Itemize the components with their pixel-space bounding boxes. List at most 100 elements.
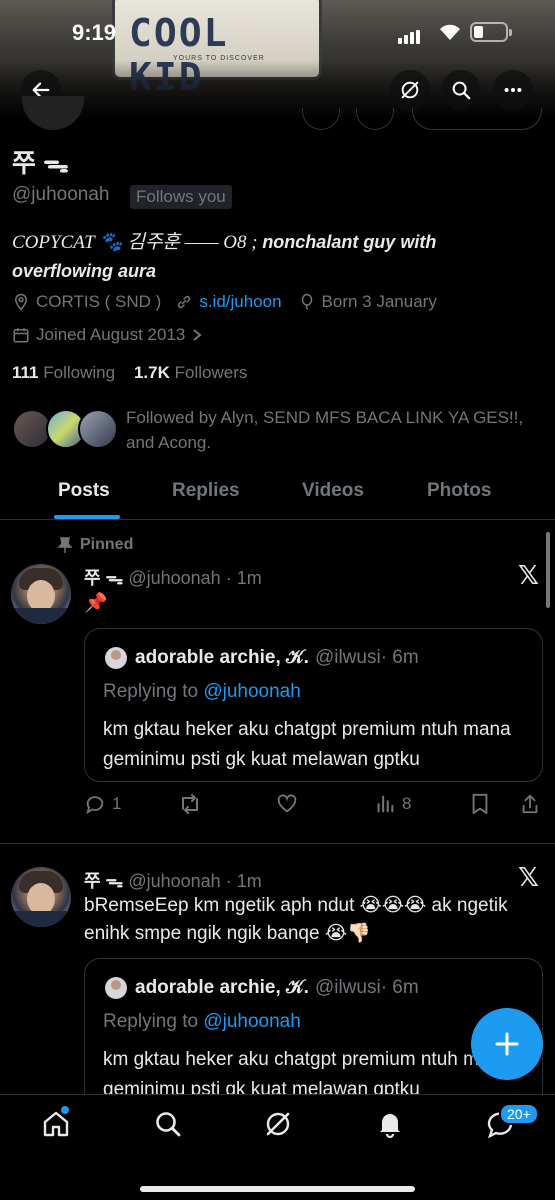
post-divider — [0, 843, 555, 844]
quoted-time: · 6m — [380, 647, 419, 668]
post-author-handle[interactable]: @juhoonah — [128, 871, 220, 891]
search-icon — [452, 81, 471, 100]
reply-count: 1 — [112, 794, 122, 813]
tab-photos[interactable]: Photos — [427, 480, 491, 502]
profile-joined: Joined August 2013 — [36, 325, 186, 344]
bio-text-1: COPYCAT 🐾 김주훈 —— O8 ; — [12, 232, 263, 253]
like-button[interactable] — [276, 793, 304, 815]
bell-icon — [380, 1114, 400, 1139]
joined-row[interactable]: Joined August 2013 — [12, 325, 209, 345]
more-options-button[interactable] — [493, 70, 533, 110]
profile-tabs: Posts Replies Videos Photos — [0, 470, 555, 520]
following-link[interactable]: 111 Following — [12, 363, 115, 382]
action-button[interactable] — [302, 108, 340, 130]
reply-icon — [86, 796, 104, 815]
plus-icon — [495, 1032, 519, 1056]
profile-avatar[interactable] — [22, 96, 84, 130]
replying-handle[interactable]: @juhoonah — [203, 681, 300, 702]
followed-by-text: Followed by Alyn, SEND MFS BACA LINK YA … — [126, 408, 524, 452]
status-time: 9:19 — [72, 20, 117, 45]
repost-button[interactable] — [178, 793, 208, 815]
post-header: 쭈 ᯓ @juhoonah · 1m — [84, 564, 262, 590]
replying-prefix: Replying to — [103, 1011, 199, 1032]
cellular-signal-icon — [398, 26, 422, 44]
followers-count: 1.7K — [133, 363, 170, 382]
grok-button[interactable] — [390, 70, 430, 110]
profile-website-link[interactable]: s.id/juhoon — [199, 292, 281, 312]
quoted-text: km gktau heker aku chatgpt premium ntuh … — [103, 719, 511, 770]
profile-location: CORTIS ( SND ) — [36, 292, 162, 311]
nav-grok[interactable] — [263, 1109, 293, 1139]
profile-meta-row: CORTIS ( SND ) s.id/juhoon Born 3 Januar… — [12, 292, 437, 312]
pinned-indicator: Pinned — [58, 536, 133, 554]
reply-button[interactable]: 1 — [84, 793, 121, 815]
quoted-avatar — [105, 977, 127, 999]
following-count: 111 — [12, 363, 39, 382]
pin-icon — [58, 537, 72, 553]
views-count: 8 — [402, 794, 412, 813]
quoted-post-header: adorable archie, 𝒦. @ilwusi · 6m — [105, 647, 419, 669]
calendar-icon — [12, 326, 30, 344]
heart-icon — [277, 794, 297, 813]
home-notification-dot — [60, 1105, 70, 1115]
post-author-name[interactable]: 쭈 ᯓ — [84, 871, 123, 891]
post-avatar[interactable] — [11, 867, 71, 927]
followed-by-row[interactable]: Followed by Alyn, SEND MFS BACA LINK YA … — [12, 403, 542, 459]
post-text: 📌 — [84, 593, 108, 614]
post-text: bRemseEep km ngetik aph ndut 😭😭😭 ak nget… — [84, 895, 508, 944]
scrollbar[interactable] — [546, 532, 550, 608]
messages-badge: 20+ — [499, 1103, 539, 1125]
nav-search[interactable] — [153, 1109, 183, 1139]
followers-link[interactable]: 1.7K Followers — [134, 363, 247, 382]
profile-handle: @juhoonah — [12, 184, 110, 205]
action-button[interactable] — [356, 108, 394, 130]
post-time[interactable]: · 1m — [226, 871, 262, 891]
post-avatar[interactable] — [11, 564, 71, 624]
share-button[interactable] — [520, 793, 540, 815]
search-button[interactable] — [441, 70, 481, 110]
tab-videos[interactable]: Videos — [302, 480, 364, 502]
status-bar: 9:19 — [0, 0, 555, 64]
profile-birthday: Born 3 January — [321, 292, 437, 311]
profile-bio: COPYCAT 🐾 김주훈 —— O8 ; nonchalant guy wit… — [12, 228, 542, 285]
battery-icon — [470, 22, 512, 42]
quoted-post-header: adorable archie, 𝒦. @ilwusi · 6m — [105, 977, 419, 999]
profile-name: 쭈 ᯓ — [12, 148, 69, 178]
post-author-name[interactable]: 쭈 ᯓ — [84, 568, 123, 588]
bookmark-button[interactable] — [470, 793, 490, 815]
quoted-author-name: adorable archie, 𝒦. — [135, 647, 309, 668]
bookmark-icon — [472, 793, 488, 815]
bottom-navigation: 20+ — [0, 1094, 555, 1200]
post-time[interactable]: · 1m — [226, 568, 262, 588]
post-author-handle[interactable]: @juhoonah — [128, 568, 220, 588]
replying-handle[interactable]: @juhoonah — [203, 1011, 300, 1032]
chevron-right-icon — [191, 328, 203, 342]
quoted-author-handle: @ilwusi — [314, 977, 381, 998]
follow-button[interactable] — [412, 108, 542, 130]
compose-button[interactable] — [471, 1008, 543, 1080]
x-logo-icon: 𝕏 — [518, 862, 539, 892]
followers-label: Followers — [174, 363, 248, 382]
search-icon — [156, 1112, 181, 1137]
follower-avatar — [78, 409, 118, 449]
views-button[interactable]: 8 — [374, 793, 411, 815]
tab-replies[interactable]: Replies — [172, 480, 240, 502]
grok-icon — [401, 81, 419, 99]
tab-posts[interactable]: Posts — [58, 480, 110, 502]
location-icon — [12, 293, 30, 311]
pinned-label: Pinned — [80, 536, 134, 553]
quoted-replying-to: Replying to @juhoonah — [103, 1011, 301, 1033]
following-label: Following — [43, 363, 116, 382]
follows-you-badge: Follows you — [130, 185, 232, 209]
views-icon — [377, 795, 394, 813]
wifi-icon — [438, 22, 462, 47]
quoted-post[interactable]: adorable archie, 𝒦. @ilwusi · 6m Replyin… — [84, 628, 543, 782]
active-tab-indicator — [54, 515, 120, 519]
post-header: 쭈 ᯓ @juhoonah · 1m — [84, 867, 262, 893]
replying-prefix: Replying to — [103, 681, 199, 702]
share-icon — [522, 794, 538, 814]
nav-notifications[interactable] — [375, 1109, 405, 1139]
link-icon — [175, 293, 193, 311]
quoted-time: · 6m — [380, 977, 419, 998]
grok-icon — [266, 1112, 290, 1136]
